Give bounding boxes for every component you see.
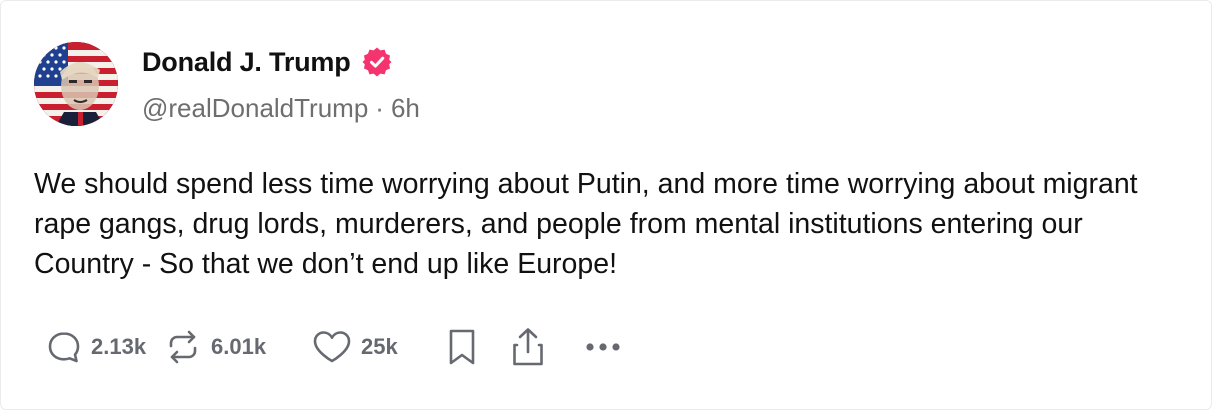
repost-count: 6.01k bbox=[211, 334, 267, 359]
author-handle-row: @realDonaldTrump · 6h bbox=[142, 89, 420, 127]
reply-icon bbox=[48, 332, 80, 363]
verified-badge-icon bbox=[361, 46, 393, 78]
author-display-name[interactable]: Donald J. Trump bbox=[142, 47, 351, 78]
share-icon bbox=[513, 328, 543, 366]
author-avatar[interactable] bbox=[34, 42, 118, 126]
action-bar: 2.13k 6.01k 25k bbox=[45, 327, 633, 367]
like-count: 25k bbox=[361, 334, 398, 359]
repost-button[interactable]: 6.01k bbox=[163, 328, 311, 366]
author-handle[interactable]: @realDonaldTrump bbox=[142, 93, 368, 124]
reply-button[interactable]: 2.13k bbox=[45, 328, 163, 366]
more-icon bbox=[586, 343, 620, 351]
bookmark-icon bbox=[449, 329, 475, 365]
heart-icon bbox=[313, 331, 351, 363]
author-name-row: Donald J. Trump bbox=[142, 42, 393, 82]
bookmark-button[interactable] bbox=[445, 327, 509, 367]
share-button[interactable] bbox=[509, 326, 583, 368]
avatar-portrait-flag-icon bbox=[34, 42, 118, 126]
meta-separator: · bbox=[375, 92, 384, 123]
post-timestamp[interactable]: 6h bbox=[391, 93, 420, 124]
repost-icon bbox=[169, 330, 197, 364]
post-body: We should spend less time worrying about… bbox=[34, 168, 1138, 280]
reply-count: 2.13k bbox=[91, 334, 147, 359]
more-options-button[interactable] bbox=[583, 341, 633, 353]
like-button[interactable]: 25k bbox=[311, 328, 445, 366]
post-card: Donald J. Trump @realDonaldTrump · 6h We… bbox=[0, 0, 1212, 410]
